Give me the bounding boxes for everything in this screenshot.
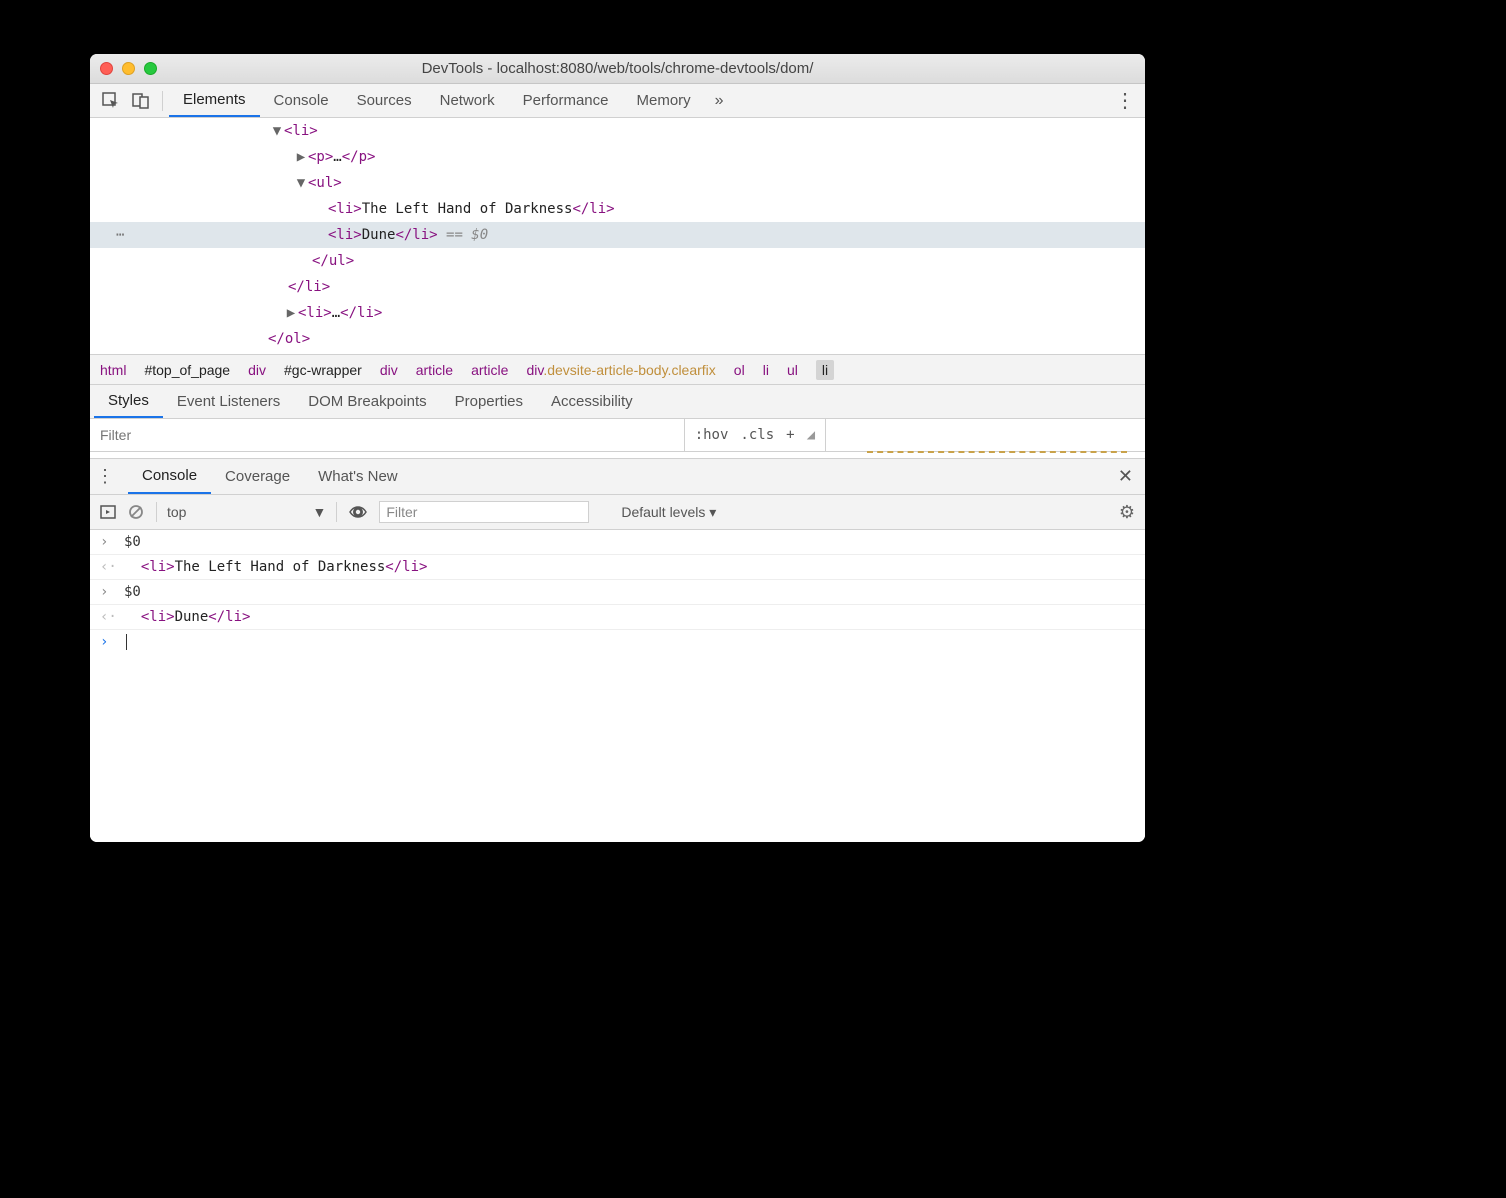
breadcrumb-item[interactable]: div.devsite-article-body.clearfix [526,362,715,378]
inspect-element-icon[interactable] [96,88,126,114]
log-levels-selector[interactable]: Default levels ▾ [621,504,716,521]
output-arrow-icon: ‹· [100,559,118,575]
styles-filter-input[interactable] [90,419,684,451]
dom-node[interactable]: </li> [288,279,330,295]
live-expression-icon[interactable] [349,503,367,521]
breadcrumb-item[interactable]: li [763,362,769,378]
styles-filter-row: :hov .cls + ◢ [90,418,1145,452]
breadcrumb-item[interactable]: ol [734,362,745,378]
console-prompt-row[interactable]: › [90,630,1145,654]
drawer-tab-coverage[interactable]: Coverage [211,459,304,494]
input-arrow-icon: › [100,584,118,600]
window-title: DevTools - localhost:8080/web/tools/chro… [90,60,1145,77]
console-input-row: › $0 [90,530,1145,555]
cursor [126,634,127,650]
breadcrumb-item[interactable]: article [471,362,508,378]
cls-toggle[interactable]: .cls [740,427,774,443]
chevron-down-icon: ▼ [312,504,326,520]
console-output[interactable]: › $0 ‹· <li>The Left Hand of Darkness</l… [90,530,1145,842]
tab-memory[interactable]: Memory [623,84,705,117]
dom-node[interactable]: <li> [284,123,318,139]
console-settings-icon[interactable]: ⚙ [1119,502,1135,523]
drawer-kebab-icon[interactable]: ⋮ [96,466,114,487]
kebab-menu-icon[interactable]: ⋮ [1115,88,1135,113]
breadcrumb: html #top_of_page div #gc-wrapper div ar… [90,354,1145,384]
breadcrumb-item[interactable]: #top_of_page [144,362,230,378]
console-output-row: ‹· <li>The Left Hand of Darkness</li> [90,555,1145,580]
computed-pane-placeholder [825,419,1145,451]
dom-node[interactable]: </ul> [312,253,354,269]
console-input-row: › $0 [90,580,1145,605]
selected-dom-node[interactable]: <li>Dune</li> == $0 [90,222,1145,248]
breadcrumb-item[interactable]: div [248,362,266,378]
close-drawer-icon[interactable]: ✕ [1118,466,1133,487]
breadcrumb-item[interactable]: ul [787,362,798,378]
breadcrumb-item[interactable]: #gc-wrapper [284,362,362,378]
tab-dom-breakpoints[interactable]: DOM Breakpoints [294,385,440,418]
main-tabs: Elements Console Sources Network Perform… [169,84,734,117]
dom-node[interactable]: <ul> [308,175,342,191]
titlebar: DevTools - localhost:8080/web/tools/chro… [90,54,1145,84]
tab-event-listeners[interactable]: Event Listeners [163,385,294,418]
devtools-window: DevTools - localhost:8080/web/tools/chro… [90,54,1145,842]
drawer-tabs: ⋮ Console Coverage What's New ✕ [90,458,1145,494]
breadcrumb-item-selected[interactable]: li [816,360,834,380]
dom-node[interactable]: <li> [328,201,362,217]
breadcrumb-item[interactable]: article [416,362,453,378]
drawer-tab-console[interactable]: Console [128,459,211,494]
resize-corner-icon: ◢ [807,427,815,443]
dom-node[interactable]: <p> [308,149,333,165]
separator [162,91,163,111]
tab-network[interactable]: Network [426,84,509,117]
output-arrow-icon: ‹· [100,609,118,625]
breadcrumb-item[interactable]: div [380,362,398,378]
new-style-rule-button[interactable]: + [786,427,794,443]
console-output-row: ‹· <li>Dune</li> [90,605,1145,630]
input-arrow-icon: › [100,534,118,550]
styles-tabs: Styles Event Listeners DOM Breakpoints P… [90,384,1145,418]
console-filter-input[interactable]: Filter [379,501,589,523]
tab-properties[interactable]: Properties [441,385,537,418]
execution-context-selector[interactable]: top ▼ [156,502,337,522]
drawer-tab-whatsnew[interactable]: What's New [304,459,412,494]
elements-tree[interactable]: ▼<li> ▶<p>…</p> ▼<ul> <li>The Left Hand … [90,118,1145,354]
main-toolbar: Elements Console Sources Network Perform… [90,84,1145,118]
dom-node[interactable]: </ol> [268,331,310,347]
tab-performance[interactable]: Performance [509,84,623,117]
console-sidebar-toggle-icon[interactable] [100,504,116,520]
clear-console-icon[interactable] [128,504,144,520]
tab-sources[interactable]: Sources [343,84,426,117]
console-toolbar: top ▼ Filter Default levels ▾ ⚙ [90,494,1145,530]
hover-toggle[interactable]: :hov [695,427,729,443]
tab-elements[interactable]: Elements [169,84,260,117]
more-tabs-icon[interactable]: » [705,92,734,110]
tab-accessibility[interactable]: Accessibility [537,385,647,418]
styles-filter-tools: :hov .cls + ◢ [684,419,825,451]
tab-console[interactable]: Console [260,84,343,117]
tab-styles[interactable]: Styles [94,385,163,418]
dom-node[interactable]: <li> [298,305,332,321]
device-toolbar-icon[interactable] [126,88,156,114]
breadcrumb-item[interactable]: html [100,362,126,378]
prompt-arrow-icon: › [100,634,118,650]
